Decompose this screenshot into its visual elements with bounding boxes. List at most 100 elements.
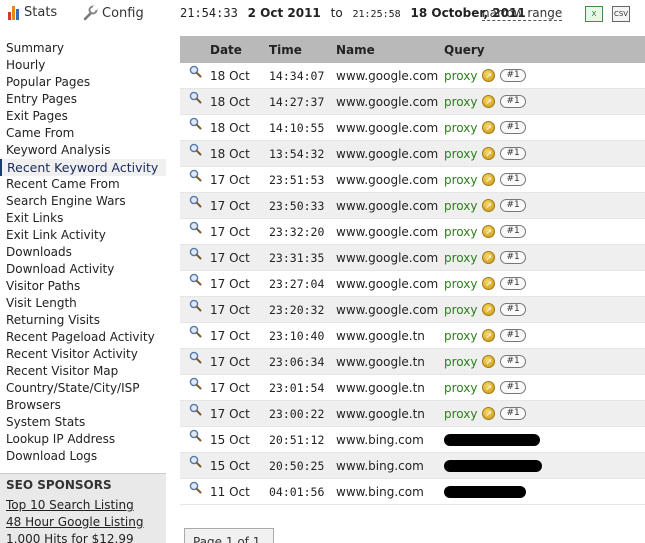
magnifier-icon[interactable]	[189, 299, 202, 312]
query-link[interactable]: proxy	[444, 329, 477, 343]
rank-badge: #1	[500, 225, 526, 238]
sidebar-item-download-activity[interactable]: Download Activity	[0, 261, 166, 278]
external-link-icon[interactable]: ➚	[482, 381, 496, 394]
sidebar-item-search-engine-wars[interactable]: Search Engine Wars	[0, 193, 166, 210]
col-header-name[interactable]: Name	[336, 43, 444, 57]
pagination[interactable]: Page 1 of 1	[184, 528, 274, 543]
sidebar-item-came-from[interactable]: Came From	[0, 125, 166, 142]
sponsor-link-top10[interactable]: Top 10 Search Listing	[6, 497, 160, 514]
cell-date: 17 Oct	[210, 380, 250, 395]
row-icon-cell	[180, 115, 202, 140]
external-link-icon[interactable]: ➚	[482, 69, 496, 82]
magnifier-icon[interactable]	[189, 455, 202, 468]
query-link[interactable]: proxy	[444, 69, 477, 83]
sidebar-item-exit-link-activity[interactable]: Exit Link Activity	[0, 227, 166, 244]
sidebar-item-recent-came-from[interactable]: Recent Came From	[0, 176, 166, 193]
sidebar-item-entry-pages[interactable]: Entry Pages	[0, 91, 166, 108]
external-link-icon[interactable]: ➚	[482, 147, 496, 160]
magnifier-icon[interactable]	[189, 91, 202, 104]
range-from-date: 2 Oct 2011	[247, 6, 321, 20]
config-nav-link[interactable]: Config	[82, 5, 144, 21]
sponsor-link-48hour[interactable]: 48 Hour Google Listing	[6, 514, 160, 531]
magnifier-icon[interactable]	[189, 143, 202, 156]
sidebar-item-visit-length[interactable]: Visit Length	[0, 295, 166, 312]
query-link[interactable]: proxy	[444, 173, 477, 187]
query-link[interactable]: proxy	[444, 225, 477, 239]
magnifier-icon[interactable]	[189, 169, 202, 182]
query-link[interactable]: proxy	[444, 199, 477, 213]
sidebar-item-hourly[interactable]: Hourly	[0, 57, 166, 74]
col-header-date[interactable]: Date	[202, 43, 269, 57]
external-link-icon[interactable]: ➚	[482, 173, 496, 186]
col-header-time[interactable]: Time	[269, 43, 336, 57]
magnifier-icon[interactable]	[189, 351, 202, 364]
sidebar-item-visitor-paths[interactable]: Visitor Paths	[0, 278, 166, 295]
magnifier-icon[interactable]	[189, 65, 202, 78]
external-link-icon[interactable]: ➚	[482, 199, 496, 212]
csv-export-icon[interactable]: CSV	[612, 6, 630, 22]
magnifier-icon[interactable]	[189, 377, 202, 390]
table-row: 15 Oct 20:51:12 www.bing.com	[180, 427, 645, 453]
magnifier-icon[interactable]	[189, 273, 202, 286]
sidebar-item-exit-pages[interactable]: Exit Pages	[0, 108, 166, 125]
magnifier-icon[interactable]	[189, 481, 202, 494]
sidebar-item-popular-pages[interactable]: Popular Pages	[0, 74, 166, 91]
sidebar-item-download-logs[interactable]: Download Logs	[0, 448, 166, 465]
query-link[interactable]: proxy	[444, 251, 477, 265]
cell-name: www.google.com	[336, 172, 439, 187]
query-link[interactable]: proxy	[444, 407, 477, 421]
cell-date: 17 Oct	[210, 224, 250, 239]
magnifier-icon[interactable]	[189, 195, 202, 208]
cell-name: www.bing.com	[336, 432, 424, 447]
magnifier-icon[interactable]	[189, 325, 202, 338]
sidebar-item-recent-visitor-map[interactable]: Recent Visitor Map	[0, 363, 166, 380]
external-link-icon[interactable]: ➚	[482, 355, 496, 368]
query-link[interactable]: proxy	[444, 355, 477, 369]
external-link-icon[interactable]: ➚	[482, 95, 496, 108]
sidebar-item-system-stats[interactable]: System Stats	[0, 414, 166, 431]
external-link-icon[interactable]: ➚	[482, 225, 496, 238]
sidebar-item-recent-visitor-activity[interactable]: Recent Visitor Activity	[0, 346, 166, 363]
cell-date: 17 Oct	[210, 354, 250, 369]
cell-name: www.google.com	[336, 224, 439, 239]
magnifier-icon[interactable]	[189, 117, 202, 130]
external-link-icon[interactable]: ➚	[482, 121, 496, 134]
external-link-icon[interactable]: ➚	[482, 251, 496, 264]
external-link-icon[interactable]: ➚	[482, 407, 496, 420]
query-link[interactable]: proxy	[444, 381, 477, 395]
sidebar-item-keyword-analysis[interactable]: Keyword Analysis	[0, 142, 166, 159]
sidebar-item-returning-visits[interactable]: Returning Visits	[0, 312, 166, 329]
sidebar-item-downloads[interactable]: Downloads	[0, 244, 166, 261]
sidebar-item-country-state-city-isp[interactable]: Country/State/City/ISP	[0, 380, 166, 397]
cell-time: 23:06:34	[269, 354, 325, 369]
row-icon-cell	[180, 193, 202, 218]
external-link-icon[interactable]: ➚	[482, 277, 496, 290]
external-link-icon[interactable]: ➚	[482, 303, 496, 316]
magnifier-icon[interactable]	[189, 429, 202, 442]
magnifier-icon[interactable]	[189, 403, 202, 416]
query-link[interactable]: proxy	[444, 95, 477, 109]
query-link[interactable]: proxy	[444, 121, 477, 135]
magnifier-icon[interactable]	[189, 247, 202, 260]
rank-badge: #1	[500, 69, 526, 82]
sponsors-title: SEO SPONSORS	[6, 478, 112, 492]
sidebar-item-recent-pageload-activity[interactable]: Recent Pageload Activity	[0, 329, 166, 346]
query-link[interactable]: proxy	[444, 277, 477, 291]
sidebar-item-exit-links[interactable]: Exit Links	[0, 210, 166, 227]
col-header-query[interactable]: Query	[444, 43, 645, 57]
stats-nav-link[interactable]: Stats	[8, 5, 57, 20]
excel-export-icon[interactable]: X	[585, 6, 603, 22]
cell-date: 17 Oct	[210, 276, 250, 291]
sidebar-item-summary[interactable]: Summary	[0, 40, 166, 57]
magnifier-icon[interactable]	[189, 221, 202, 234]
row-icon-cell	[180, 245, 202, 270]
query-link[interactable]: proxy	[444, 303, 477, 317]
sidebar-item-browsers[interactable]: Browsers	[0, 397, 166, 414]
external-link-icon[interactable]: ➚	[482, 329, 496, 342]
cell-name: www.bing.com	[336, 484, 424, 499]
sidebar-item-lookup-ip-address[interactable]: Lookup IP Address	[0, 431, 166, 448]
sponsor-link-hits[interactable]: 1,000 Hits for $12.99	[6, 531, 160, 543]
sidebar-item-recent-keyword-activity[interactable]: Recent Keyword Activity	[0, 159, 166, 176]
query-link[interactable]: proxy	[444, 147, 477, 161]
narrow-range-link[interactable]: narrow range	[482, 6, 563, 21]
